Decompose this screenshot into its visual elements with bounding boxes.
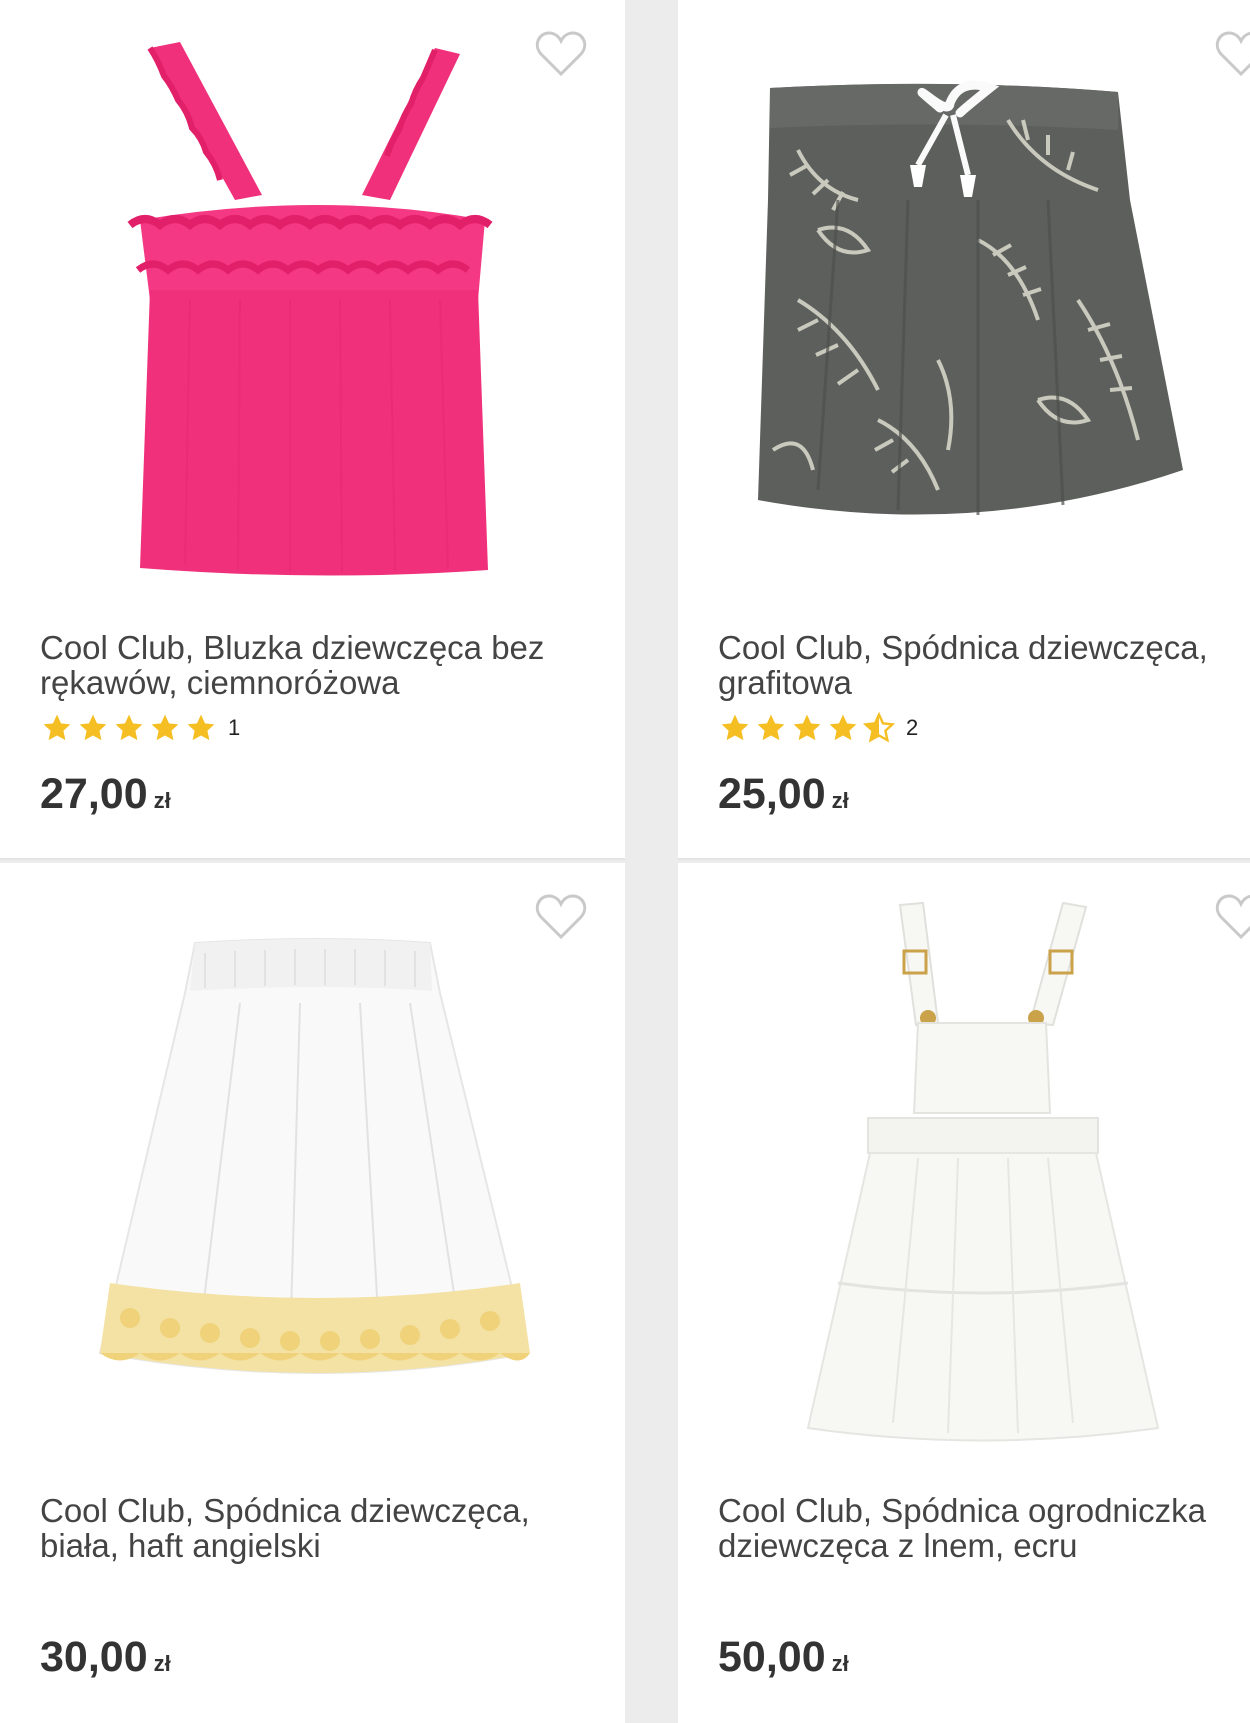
product-image[interactable] [0,0,625,590]
star-icon [757,714,785,741]
star-icon [721,714,749,741]
product-title[interactable]: Cool Club, Spódnica ogrodniczka dziewczę… [718,1493,1250,1563]
star-icon [187,714,215,741]
product-title[interactable]: Cool Club, Spódnica dziewczęca, biała, h… [40,1493,585,1563]
product-image[interactable] [0,863,625,1453]
rating-count: 1 [228,715,241,740]
graphite-skirt-image [758,80,1183,515]
pink-sleeveless-blouse-image [127,42,493,576]
white-dungaree-skirt-image [806,901,1160,1442]
star-icon [79,714,107,741]
price-value: 27,00 [40,770,148,818]
price-value: 50,00 [718,1633,826,1681]
product-card[interactable]: Cool Club, Spódnica dziewczęca, biała, h… [0,863,625,1723]
product-image[interactable] [678,863,1250,1453]
product-rating: 2 [718,712,918,744]
product-price: 50,00 zł [718,1633,849,1682]
star-half-icon [862,712,896,743]
star-icon [793,714,821,741]
product-title[interactable]: Cool Club, Bluzka dziewczęca bez rękawów… [40,630,585,700]
star-icon [829,714,857,741]
product-price: 30,00 zł [40,1633,171,1682]
star-icon [151,714,179,741]
price-currency: zł [153,1651,171,1676]
product-card[interactable]: Cool Club, Spódnica ogrodniczka dziewczę… [678,863,1250,1723]
product-rating: 1 [40,712,240,744]
product-title[interactable]: Cool Club, Spódnica dziewczęca, grafitow… [718,630,1250,700]
price-value: 30,00 [40,1633,148,1681]
product-price: 25,00 zł [718,770,849,819]
star-icon [115,714,143,741]
white-embroidered-skirt-image [98,938,530,1374]
price-currency: zł [831,1651,849,1676]
price-value: 25,00 [718,770,826,818]
rating-count: 2 [906,715,919,740]
product-image[interactable] [678,0,1250,590]
favorite-heart-icon[interactable] [535,893,587,941]
price-currency: zł [153,788,171,813]
product-price: 27,00 zł [40,770,171,819]
star-icon [43,714,71,741]
price-currency: zł [831,788,849,813]
product-card[interactable]: Cool Club, Spódnica dziewczęca, grafitow… [678,0,1250,860]
product-card[interactable]: Cool Club, Bluzka dziewczęca bez rękawów… [0,0,625,860]
favorite-heart-icon[interactable] [1215,893,1250,941]
favorite-heart-icon[interactable] [1215,30,1250,78]
favorite-heart-icon[interactable] [535,30,587,78]
